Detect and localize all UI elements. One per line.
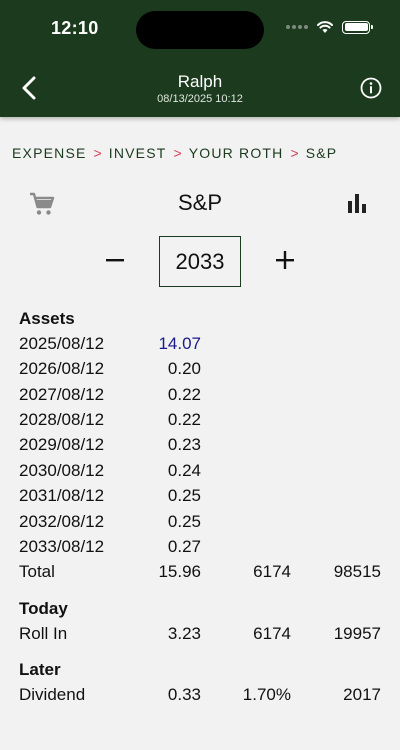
asset-date: 2028/08/12 [19, 410, 105, 429]
asset-date: 2032/08/12 [19, 512, 105, 531]
roll-in-value-3: 19957 [333, 624, 381, 643]
asset-value: 14.07 [158, 334, 201, 353]
asset-row: 2026/08/12 0.20 [19, 359, 381, 381]
dynamic-island [136, 11, 264, 49]
asset-date: 2029/08/12 [19, 435, 105, 454]
signal-icon [286, 25, 308, 29]
status-icons [286, 20, 373, 34]
dividend-value-1: 0.33 [167, 685, 201, 704]
asset-row: 2030/08/12 0.24 [19, 461, 381, 483]
dividend-label: Dividend [19, 685, 86, 704]
asset-row: 2033/08/12 0.27 [19, 537, 381, 559]
nav-subtitle: 08/13/2025 10:12 [157, 93, 243, 105]
asset-row: 2025/08/12 14.07 [19, 334, 381, 356]
asset-row: 2028/08/12 0.22 [19, 410, 381, 432]
breadcrumb-item-your-roth[interactable]: YOUR ROTH [189, 145, 284, 161]
asset-row: 2032/08/12 0.25 [19, 512, 381, 534]
total-row: Total 15.96 6174 98515 [19, 562, 381, 584]
asset-row: 2027/08/12 0.22 [19, 385, 381, 407]
dividend-value-3: 2017 [343, 685, 381, 704]
decrement-year-button[interactable] [101, 246, 129, 274]
asset-value: 0.22 [167, 385, 201, 404]
roll-in-label: Roll In [19, 624, 68, 643]
breadcrumb-separator: > [173, 145, 182, 161]
bar-chart-icon[interactable] [346, 192, 368, 214]
battery-icon [342, 20, 373, 34]
roll-in-value-1: 3.23 [167, 624, 201, 643]
total-value-1: 15.96 [158, 562, 201, 581]
nav-title: Ralph [177, 72, 223, 91]
breadcrumb-item-invest[interactable]: INVEST [109, 145, 167, 161]
roll-in-row: Roll In 3.23 6174 19957 [19, 624, 381, 646]
increment-year-button[interactable] [271, 246, 299, 274]
dividend-value-2: 1.70% [242, 685, 291, 704]
breadcrumb-separator: > [93, 145, 102, 161]
assets-section-title: Assets [19, 309, 75, 328]
roll-in-value-2: 6174 [253, 624, 291, 643]
asset-value: 0.20 [167, 359, 201, 378]
info-icon[interactable] [360, 77, 382, 99]
total-value-2: 6174 [253, 562, 291, 581]
later-section-title: Later [19, 660, 61, 679]
breadcrumb-item-sp[interactable]: S&P [306, 145, 338, 161]
status-time: 12:10 [51, 18, 99, 38]
year-field[interactable]: 2033 [159, 236, 241, 287]
dividend-row: Dividend 0.33 1.70% 2017 [19, 685, 381, 707]
asset-value: 0.24 [167, 461, 201, 480]
total-value-3: 98515 [333, 562, 381, 581]
asset-value: 0.27 [167, 537, 201, 556]
asset-date: 2031/08/12 [19, 486, 105, 505]
asset-row: 2031/08/12 0.25 [19, 486, 381, 508]
asset-date: 2026/08/12 [19, 359, 105, 378]
asset-date: 2030/08/12 [19, 461, 105, 480]
asset-value: 0.23 [167, 435, 201, 454]
breadcrumb: EXPENSE > INVEST > YOUR ROTH > S&P [12, 145, 337, 161]
page-title: S&P [177, 190, 223, 215]
asset-row: 2029/08/12 0.23 [19, 435, 381, 457]
asset-date: 2033/08/12 [19, 537, 105, 556]
breadcrumb-item-expense[interactable]: EXPENSE [12, 145, 87, 161]
wifi-icon [317, 21, 333, 33]
asset-value: 0.22 [167, 410, 201, 429]
asset-date: 2025/08/12 [19, 334, 105, 353]
asset-date: 2027/08/12 [19, 385, 105, 404]
nav-header: 12:10 Ralph 08/13/2025 10:12 [0, 0, 400, 117]
breadcrumb-separator: > [290, 145, 299, 161]
total-label: Total [19, 562, 55, 581]
today-section-title: Today [19, 599, 68, 618]
asset-value: 0.25 [167, 486, 201, 505]
asset-value: 0.25 [167, 512, 201, 531]
